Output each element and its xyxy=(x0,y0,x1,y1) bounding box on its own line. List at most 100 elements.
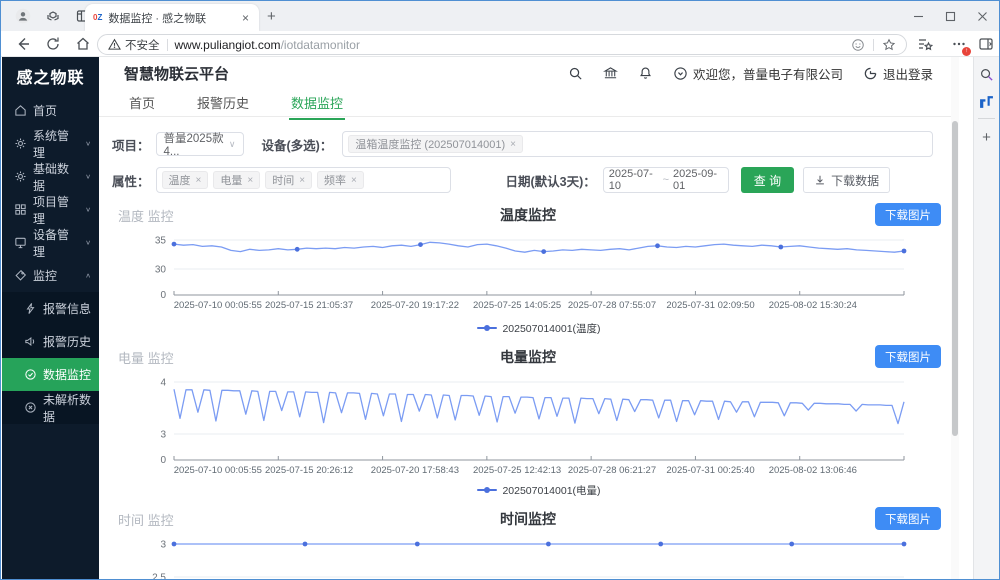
alarm-info-icon xyxy=(24,302,37,315)
sidebar-item-label: 未解析数据 xyxy=(43,391,99,425)
tab-close-icon[interactable]: × xyxy=(240,11,251,25)
chevron-down-icon: ∨ xyxy=(85,206,91,213)
page-title: 智慧物联云平台 xyxy=(124,63,229,84)
sidebar-item[interactable]: 数据监控 xyxy=(2,358,99,391)
user-dropdown-icon xyxy=(673,66,688,81)
search-icon[interactable] xyxy=(568,66,583,81)
browser-tab[interactable]: 0Z 数据监控 · 感之物联 × xyxy=(85,4,259,31)
svg-text:30: 30 xyxy=(155,265,167,276)
tag-close-icon[interactable]: × xyxy=(247,175,253,186)
chart-canvas: 353002025-07-10 00:05:552025-07-15 21:05… xyxy=(112,228,922,316)
svg-text:3: 3 xyxy=(160,540,166,551)
tab-data-monitor[interactable]: 数据监控 xyxy=(289,90,345,120)
svg-text:2025-07-31 02:09:50: 2025-07-31 02:09:50 xyxy=(666,300,754,311)
scrollbar-thumb[interactable] xyxy=(952,121,958,436)
sidebar-item-label: 数据监控 xyxy=(43,366,91,383)
project-select[interactable]: 普量2025款4...∨ xyxy=(156,132,244,156)
profile-avatar-icon[interactable] xyxy=(15,8,31,24)
download-image-button[interactable]: 下载图片 xyxy=(875,507,941,530)
organization-icon[interactable] xyxy=(603,66,618,81)
attr-multiselect[interactable]: 温度×电量× 时间× 频率× xyxy=(156,167,451,193)
gear-icon xyxy=(14,137,27,150)
date-range-input[interactable]: 2025-07-10~2025-09-01 xyxy=(603,167,729,193)
filter-tag[interactable]: 电量× xyxy=(213,171,260,189)
tag-close-icon[interactable]: × xyxy=(299,175,305,186)
sidebar-item-label: 报警信息 xyxy=(43,300,91,317)
workspaces-icon[interactable] xyxy=(45,8,61,24)
svg-text:2025-07-25 12:42:13: 2025-07-25 12:42:13 xyxy=(473,465,561,476)
browser-titlebar: 0Z 数据监控 · 感之物联 × + xyxy=(1,1,999,31)
tag-close-icon[interactable]: × xyxy=(510,139,516,150)
sidebar-item[interactable]: 报警信息 xyxy=(2,292,99,325)
query-button[interactable]: 查 询 xyxy=(741,167,794,193)
window-minimize-button[interactable] xyxy=(909,7,927,25)
divider xyxy=(978,118,995,119)
chevron-down-icon: ∨ xyxy=(229,139,236,150)
chart-legend[interactable]: 202507014001(温度) xyxy=(174,321,904,335)
chart-plot: 4302025-07-10 00:05:552025-07-15 20:26:1… xyxy=(112,370,944,483)
legend-label: 202507014001(电量) xyxy=(502,483,600,498)
app-header: 智慧物联云平台 欢迎您，普量电子有限公司 退出登录 xyxy=(99,57,951,90)
svg-text:2025-07-15 21:05:37: 2025-07-15 21:05:37 xyxy=(265,300,353,311)
url-bar[interactable]: 不安全 www.puliangiot.com/iotdatamonitor xyxy=(97,34,907,55)
sidebar-item[interactable]: 系统管理∨ xyxy=(2,127,99,160)
filter-tag[interactable]: 温箱温度监控 (202507014001)× xyxy=(348,135,523,153)
sidebar-item-label: 基础数据 xyxy=(33,160,79,194)
browser-window: 0Z 数据监控 · 感之物联 × + 不安全 xyxy=(0,0,1000,580)
page-scrollbar[interactable] xyxy=(951,57,959,580)
svg-text:2025-07-31 00:25:40: 2025-07-31 00:25:40 xyxy=(666,465,754,476)
settings-icon xyxy=(14,170,27,183)
svg-text:2025-07-28 07:55:07: 2025-07-28 07:55:07 xyxy=(568,300,656,311)
collections-icon[interactable] xyxy=(917,36,933,52)
svg-text:3: 3 xyxy=(160,430,166,441)
sidebar-item[interactable]: 监控∧ xyxy=(2,259,99,292)
sidebar-item[interactable]: 未解析数据 xyxy=(2,391,99,424)
rail-add-button[interactable]: + xyxy=(979,129,994,144)
edge-sidebar-rail: + xyxy=(973,57,999,580)
logout-button[interactable]: 退出登录 xyxy=(863,64,933,83)
sidebar-item[interactable]: 项目管理∨ xyxy=(2,193,99,226)
rail-app-icon[interactable] xyxy=(979,95,994,110)
svg-text:2025-08-02 15:30:24: 2025-08-02 15:30:24 xyxy=(769,300,857,311)
sidebar-item[interactable]: 基础数据 ∨ xyxy=(2,160,99,193)
tag-close-icon[interactable]: × xyxy=(351,175,357,186)
filter-tag[interactable]: 频率× xyxy=(317,171,364,189)
device-multiselect[interactable]: 温箱温度监控 (202507014001)× xyxy=(342,131,933,157)
download-image-button[interactable]: 下载图片 xyxy=(875,345,941,368)
security-label: 不安全 xyxy=(125,37,160,53)
download-data-button[interactable]: 下载数据 xyxy=(803,167,890,193)
refresh-icon[interactable] xyxy=(45,36,61,52)
filter-tag[interactable]: 时间× xyxy=(265,171,312,189)
feedback-smiley-icon[interactable] xyxy=(851,38,865,52)
filter-tag[interactable]: 温度× xyxy=(162,171,209,189)
tag-close-icon[interactable]: × xyxy=(196,175,202,186)
download-image-button[interactable]: 下载图片 xyxy=(875,203,941,226)
sidebar-toggle-icon[interactable] xyxy=(978,36,994,52)
back-icon[interactable] xyxy=(15,36,31,52)
data-monitor-icon xyxy=(24,368,37,381)
legend-label: 202507014001(温度) xyxy=(502,321,600,336)
security-warning[interactable]: 不安全 xyxy=(108,37,160,53)
svg-text:2025-07-10 00:05:55: 2025-07-10 00:05:55 xyxy=(174,465,262,476)
sidebar-item[interactable]: 设备管理∨ xyxy=(2,226,99,259)
browser-toolbar: 不安全 www.puliangiot.com/iotdatamonitor ↑ xyxy=(1,31,999,57)
tab-alarm-history[interactable]: 报警历史 xyxy=(195,90,251,118)
notification-bell-icon[interactable] xyxy=(638,66,653,81)
sidebar-item-label: 首页 xyxy=(33,102,57,119)
favorite-star-icon[interactable] xyxy=(882,38,896,52)
home-icon[interactable] xyxy=(75,36,91,52)
settings-menu-icon[interactable]: ↑ xyxy=(951,36,967,52)
rail-search-icon[interactable] xyxy=(979,67,994,82)
window-maximize-button[interactable] xyxy=(941,7,959,25)
legend-marker-icon xyxy=(477,327,497,329)
sidebar-item[interactable]: 首页 xyxy=(2,94,99,127)
welcome-user[interactable]: 欢迎您，普量电子有限公司 xyxy=(673,64,843,83)
url-text[interactable]: www.puliangiot.com/iotdatamonitor xyxy=(175,38,360,52)
sidebar-item[interactable]: 报警历史 xyxy=(2,325,99,358)
chart-legend[interactable]: 202507014001(电量) xyxy=(174,483,904,497)
window-close-button[interactable] xyxy=(973,7,991,25)
tab-home[interactable]: 首页 xyxy=(127,90,157,118)
legend-marker-icon xyxy=(477,489,497,491)
new-tab-button[interactable]: + xyxy=(267,8,276,25)
chevron-down-icon: ∨ xyxy=(85,173,91,180)
